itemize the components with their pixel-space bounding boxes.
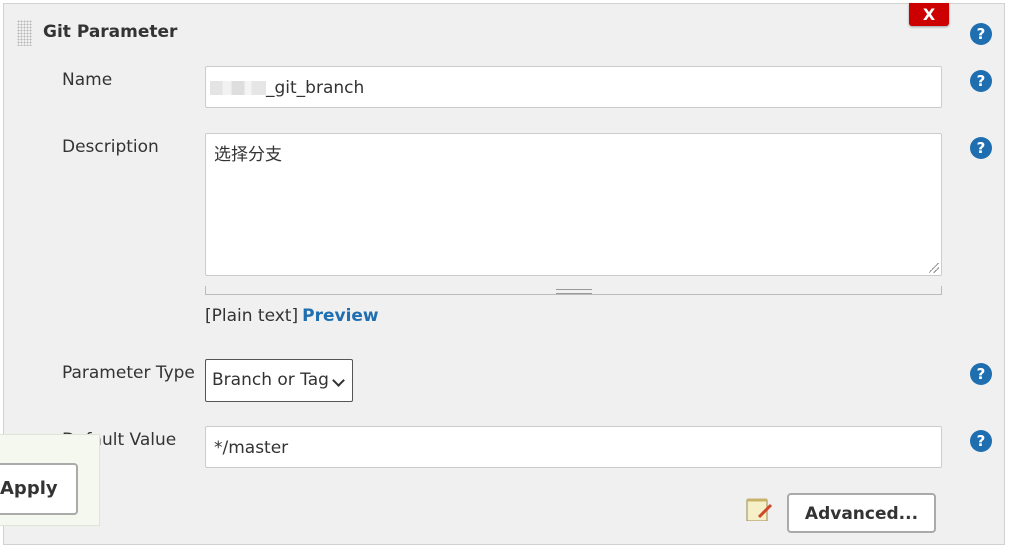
- format-line: [Plain text] Preview: [205, 306, 379, 326]
- help-icon-git-parameter[interactable]: ?: [970, 23, 992, 45]
- redacted-text: [210, 81, 266, 95]
- advanced-button[interactable]: Advanced...: [787, 493, 936, 533]
- name-value: _git_branch: [266, 78, 365, 98]
- default-value: */master: [214, 438, 289, 458]
- description-label: Description: [62, 137, 159, 157]
- resize-handle-icon[interactable]: [929, 263, 939, 273]
- help-icon-parameter-type[interactable]: ?: [970, 363, 992, 385]
- description-textarea[interactable]: 选择分支: [205, 133, 942, 276]
- drag-grip-icon[interactable]: [17, 20, 32, 46]
- panel-title: Git Parameter: [43, 22, 178, 42]
- help-icon-default-value[interactable]: ?: [970, 430, 992, 452]
- format-text: [Plain text]: [205, 306, 299, 326]
- help-icon-description[interactable]: ?: [970, 137, 992, 159]
- notepad-icon: [746, 498, 773, 521]
- chevron-down-icon: [332, 374, 345, 387]
- apply-bar: Apply: [0, 434, 100, 526]
- close-icon: X: [922, 5, 936, 24]
- apply-button[interactable]: Apply: [0, 463, 78, 515]
- grow-handle-icon[interactable]: [556, 289, 592, 294]
- textarea-grow-bar[interactable]: [205, 286, 942, 295]
- help-icon-name[interactable]: ?: [970, 70, 992, 92]
- parameter-type-label: Parameter Type: [62, 363, 195, 383]
- close-button[interactable]: X: [909, 3, 949, 26]
- name-input[interactable]: _git_branch: [205, 66, 942, 108]
- description-value: 选择分支: [214, 145, 282, 165]
- name-label: Name: [62, 70, 113, 90]
- parameter-type-value: Branch or Tag: [212, 370, 329, 390]
- default-value-input[interactable]: */master: [205, 426, 942, 468]
- parameter-type-select[interactable]: Branch or Tag: [205, 359, 353, 402]
- preview-link[interactable]: Preview: [302, 306, 379, 326]
